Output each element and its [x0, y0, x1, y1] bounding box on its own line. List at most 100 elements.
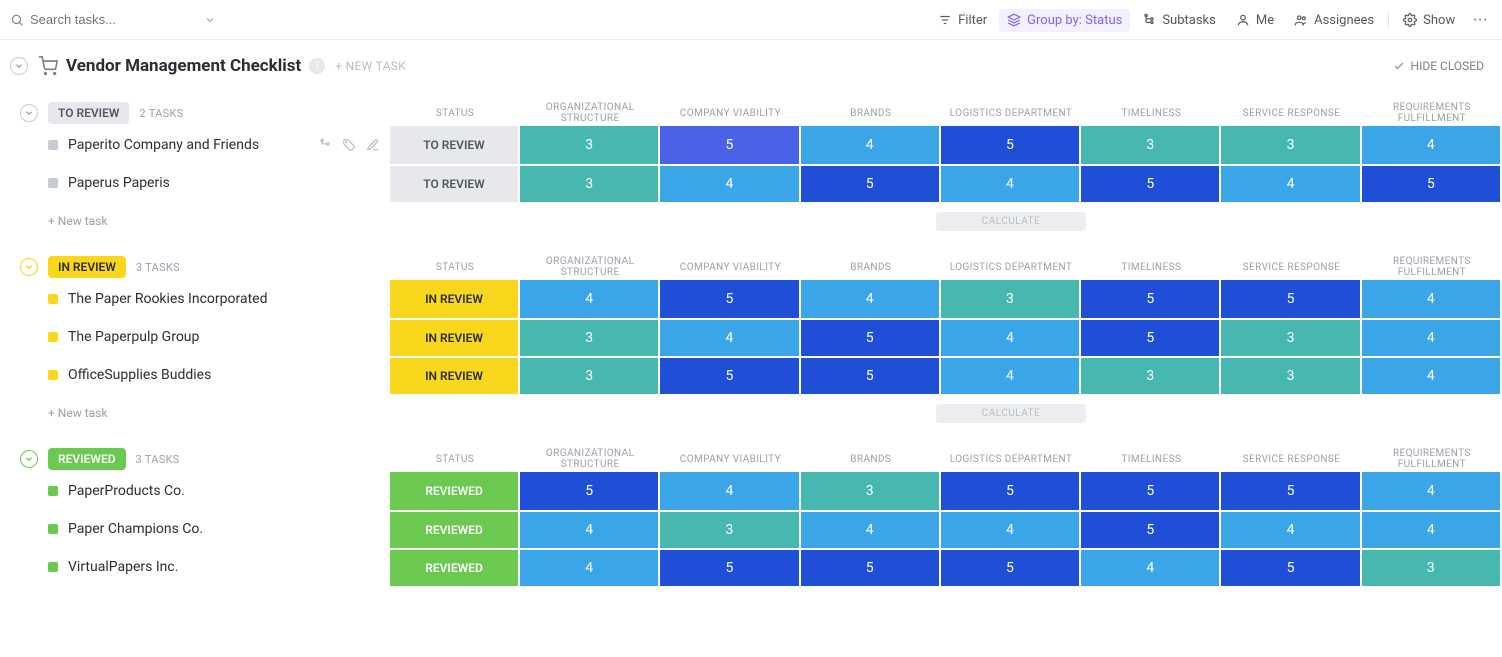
score-cell[interactable]: 5	[660, 126, 800, 164]
score-cell[interactable]: 3	[1221, 356, 1361, 394]
new-task-button[interactable]: + New task	[0, 204, 390, 238]
task-cell[interactable]: Paperus Paperis	[0, 164, 390, 202]
column-header[interactable]: COMPANY VIABILITY	[660, 262, 800, 273]
score-cell[interactable]: 3	[660, 510, 800, 548]
status-cell[interactable]: TO REVIEW	[390, 164, 520, 202]
group-toggle[interactable]	[20, 450, 38, 468]
edit-icon[interactable]	[366, 138, 380, 152]
column-header[interactable]: COMPANY VIABILITY	[660, 108, 800, 119]
column-header[interactable]: SERVICE RESPONSE	[1221, 262, 1361, 273]
score-cell[interactable]: 5	[660, 356, 800, 394]
column-header[interactable]: ORGANIZATIONAL STRUCTURE	[520, 256, 660, 278]
info-icon[interactable]: i	[309, 58, 325, 74]
score-cell[interactable]: 4	[520, 280, 660, 318]
score-cell[interactable]: 5	[801, 164, 941, 202]
task-cell[interactable]: Paper Champions Co.	[0, 510, 390, 548]
score-cell[interactable]: 5	[1221, 548, 1361, 586]
score-cell[interactable]: 3	[1081, 126, 1221, 164]
column-header[interactable]: ORGANIZATIONAL STRUCTURE	[520, 448, 660, 470]
score-cell[interactable]: 3	[801, 472, 941, 510]
task-cell[interactable]: Paperito Company and Friends	[0, 126, 390, 164]
assignees-button[interactable]: Assignees	[1286, 9, 1382, 32]
status-cell[interactable]: IN REVIEW	[390, 356, 520, 394]
score-cell[interactable]: 4	[941, 510, 1081, 548]
column-header[interactable]: BRANDS	[801, 454, 941, 465]
column-header[interactable]: LOGISTICS DEPARTMENT	[941, 108, 1081, 119]
score-cell[interactable]: 4	[520, 510, 660, 548]
score-cell[interactable]: 3	[520, 318, 660, 356]
score-cell[interactable]: 4	[660, 318, 800, 356]
score-cell[interactable]: 5	[1221, 280, 1361, 318]
score-cell[interactable]: 3	[520, 356, 660, 394]
score-cell[interactable]: 5	[1221, 472, 1361, 510]
score-cell[interactable]: 4	[660, 164, 800, 202]
score-cell[interactable]: 4	[1362, 356, 1502, 394]
status-cell[interactable]: IN REVIEW	[390, 280, 520, 318]
score-cell[interactable]: 4	[1362, 126, 1502, 164]
status-pill[interactable]: TO REVIEW	[48, 102, 129, 124]
score-cell[interactable]: 5	[520, 472, 660, 510]
filter-button[interactable]: Filter	[930, 9, 995, 32]
task-cell[interactable]: PaperProducts Co.	[0, 472, 390, 510]
score-cell[interactable]: 5	[801, 318, 941, 356]
score-cell[interactable]: 5	[941, 548, 1081, 586]
more-menu-button[interactable]: ···	[1467, 9, 1494, 32]
status-cell[interactable]: REVIEWED	[390, 472, 520, 510]
column-header[interactable]: SERVICE RESPONSE	[1221, 108, 1361, 119]
score-cell[interactable]: 5	[941, 472, 1081, 510]
group-toggle[interactable]	[20, 258, 38, 276]
tag-icon[interactable]	[342, 138, 356, 152]
column-header[interactable]: SERVICE RESPONSE	[1221, 454, 1361, 465]
score-cell[interactable]: 4	[520, 548, 660, 586]
column-header[interactable]: ORGANIZATIONAL STRUCTURE	[520, 102, 660, 124]
score-cell[interactable]: 3	[1221, 318, 1361, 356]
score-cell[interactable]: 4	[1362, 318, 1502, 356]
score-cell[interactable]: 5	[941, 126, 1081, 164]
status-cell[interactable]: REVIEWED	[390, 510, 520, 548]
column-header[interactable]: REQUIREMENTS FULFILLMENT	[1362, 256, 1502, 278]
column-header[interactable]: TIMELINESS	[1081, 108, 1221, 119]
status-cell[interactable]: TO REVIEW	[390, 126, 520, 164]
score-cell[interactable]: 5	[801, 356, 941, 394]
column-header[interactable]: BRANDS	[801, 262, 941, 273]
score-cell[interactable]: 4	[1362, 472, 1502, 510]
task-cell[interactable]: The Paper Rookies Incorporated	[0, 280, 390, 318]
score-cell[interactable]: 3	[1362, 548, 1502, 586]
task-cell[interactable]: OfficeSupplies Buddies	[0, 356, 390, 394]
score-cell[interactable]: 4	[1362, 280, 1502, 318]
score-cell[interactable]: 4	[1362, 510, 1502, 548]
score-cell[interactable]: 5	[1081, 472, 1221, 510]
score-cell[interactable]: 4	[941, 164, 1081, 202]
score-cell[interactable]: 3	[1221, 126, 1361, 164]
column-header[interactable]: BRANDS	[801, 108, 941, 119]
search-input[interactable]	[30, 12, 190, 27]
group-toggle[interactable]	[20, 104, 38, 122]
status-pill[interactable]: IN REVIEW	[48, 256, 126, 278]
score-cell[interactable]: 4	[801, 510, 941, 548]
score-cell[interactable]: 5	[660, 280, 800, 318]
score-cell[interactable]: 4	[941, 318, 1081, 356]
score-cell[interactable]: 3	[941, 280, 1081, 318]
column-header[interactable]: REQUIREMENTS FULFILLMENT	[1362, 448, 1502, 470]
show-button[interactable]: Show	[1395, 9, 1463, 32]
score-cell[interactable]: 4	[1081, 548, 1221, 586]
column-header[interactable]: LOGISTICS DEPARTMENT	[941, 454, 1081, 465]
score-cell[interactable]: 4	[801, 126, 941, 164]
column-header[interactable]: REQUIREMENTS FULFILLMENT	[1362, 102, 1502, 124]
task-cell[interactable]: The Paperpulp Group	[0, 318, 390, 356]
status-pill[interactable]: REVIEWED	[48, 448, 126, 470]
score-cell[interactable]: 4	[1221, 164, 1361, 202]
score-cell[interactable]: 4	[801, 280, 941, 318]
score-cell[interactable]: 4	[660, 472, 800, 510]
score-cell[interactable]: 5	[1081, 318, 1221, 356]
collapse-list-toggle[interactable]	[10, 57, 28, 75]
chevron-down-icon[interactable]	[204, 14, 216, 26]
subtasks-button[interactable]: Subtasks	[1134, 9, 1224, 32]
column-header[interactable]: TIMELINESS	[1081, 262, 1221, 273]
groupby-button[interactable]: Group by: Status	[999, 9, 1130, 32]
score-cell[interactable]: 4	[1221, 510, 1361, 548]
score-cell[interactable]: 3	[1081, 356, 1221, 394]
score-cell[interactable]: 5	[1081, 510, 1221, 548]
score-cell[interactable]: 5	[1081, 164, 1221, 202]
score-cell[interactable]: 5	[1362, 164, 1502, 202]
